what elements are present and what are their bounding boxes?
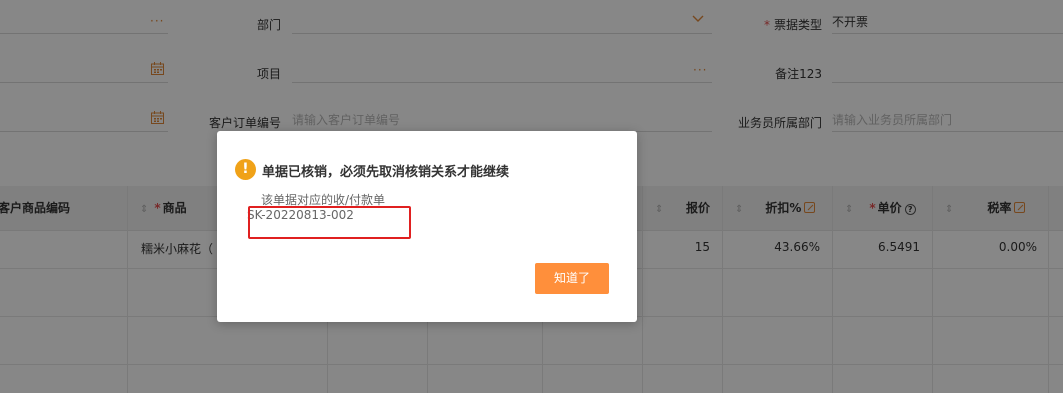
warning-icon: ! [235, 159, 256, 180]
annotation-highlight-box [248, 206, 411, 239]
ok-button[interactable]: 知道了 [535, 263, 609, 294]
dialog-title: 单据已核销，必须先取消核销关系才能继续 [262, 165, 510, 180]
